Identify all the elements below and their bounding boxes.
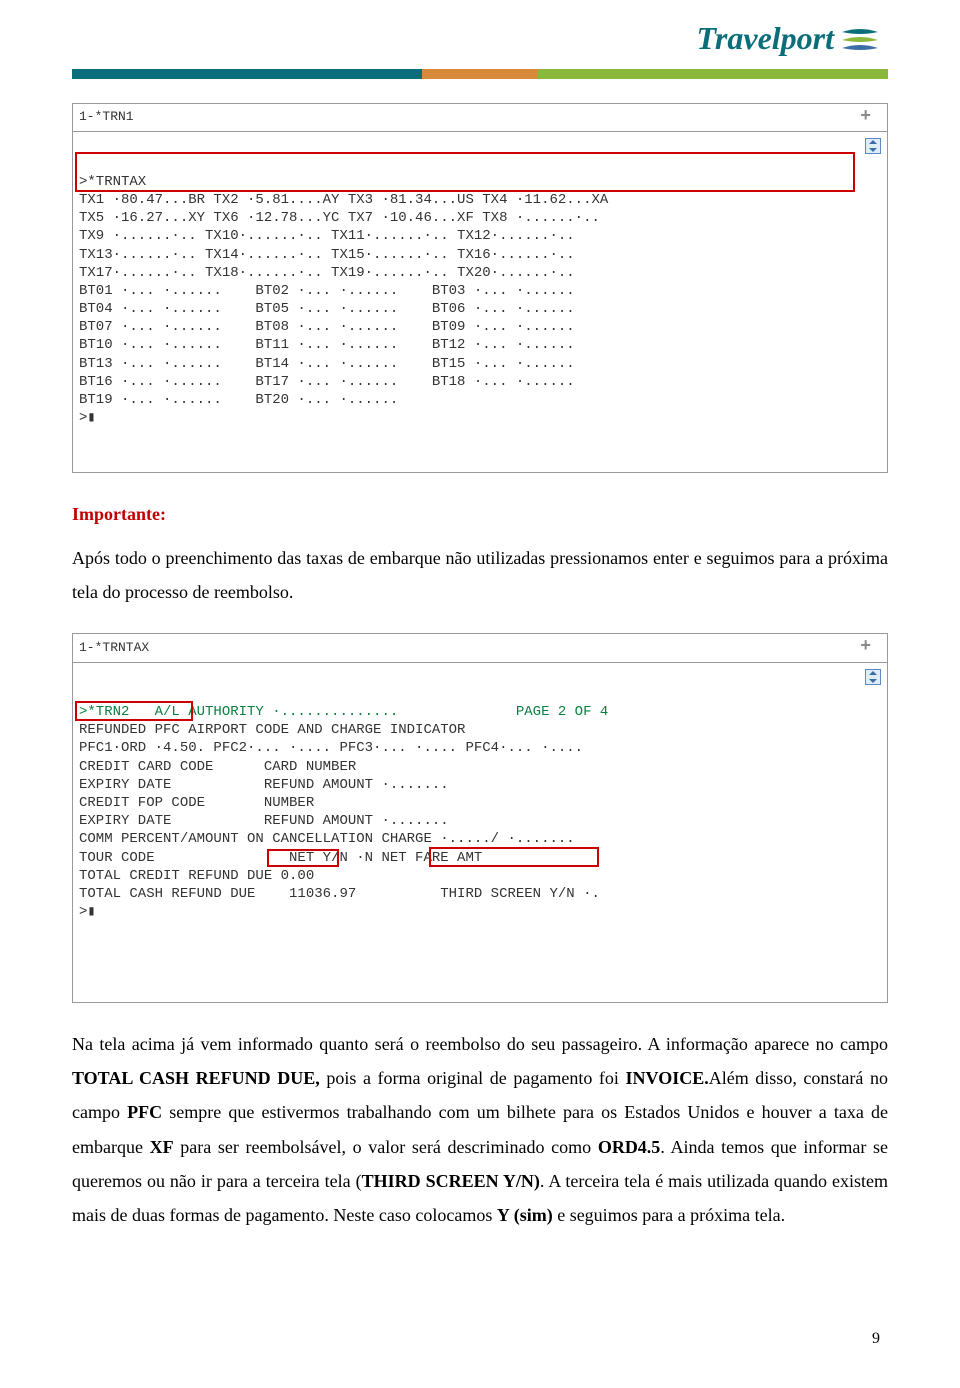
t1-line: BT07 ·... ·...... BT08 ·... ·...... BT09… [79, 319, 575, 335]
page-header: Travelport [0, 0, 960, 57]
t2-line: >▮ [79, 904, 96, 920]
t1-line: BT01 ·... ·...... BT02 ·... ·...... BT03… [79, 283, 575, 299]
t1-line: TX1 ·80.47...BR TX2 ·5.81....AY TX3 ·81.… [79, 192, 608, 208]
terminal2-title: 1-*TRNTAX [79, 640, 149, 657]
t1-line: TX13·......·.. TX14·......·.. TX15·.....… [79, 247, 575, 263]
t2-line: TOTAL CREDIT REFUND DUE 0.00 [79, 868, 314, 884]
t1-line: BT19 ·... ·...... BT20 ·... ·...... [79, 392, 398, 408]
t2-line: TOUR CODE NET Y/N ·N NET FARE AMT [79, 850, 482, 866]
t2-line: COMM PERCENT/AMOUNT ON CANCELLATION CHAR… [79, 831, 575, 847]
t2-line: CREDIT FOP CODE NUMBER [79, 795, 314, 811]
t1-line: >*TRNTAX [79, 174, 146, 190]
t2-line: CREDIT CARD CODE CARD NUMBER [79, 759, 356, 775]
t1-line: >▮ [79, 410, 96, 426]
travelport-logo: Travelport [697, 20, 880, 57]
t1-line: BT16 ·... ·...... BT17 ·... ·...... BT18… [79, 374, 575, 390]
paragraph-2: Na tela acima já vem informado quanto se… [72, 1027, 888, 1232]
terminal-screenshot-1: 1-*TRN1 + >*TRNTAX TX1 ·80.47...BR TX2 ·… [72, 103, 888, 473]
terminal-screenshot-2: 1-*TRNTAX + >*TRN2 A/L AUTHORITY ·......… [72, 633, 888, 1003]
t1-line: BT13 ·... ·...... BT14 ·... ·...... BT15… [79, 356, 575, 372]
terminal1-header: 1-*TRN1 + [73, 104, 887, 132]
scroll-icon [865, 669, 881, 685]
scroll-icon [865, 138, 881, 154]
terminal1-title: 1-*TRN1 [79, 109, 134, 126]
plus-icon: + [860, 636, 881, 659]
content-block-1: Importante: Após todo o preenchimento da… [72, 497, 888, 610]
t2-line: EXPIRY DATE REFUND AMOUNT ·....... [79, 777, 449, 793]
t2-line: EXPIRY DATE REFUND AMOUNT ·....... [79, 813, 449, 829]
t2-line: >*TRN2 A/L AUTHORITY ·.............. PAG… [79, 704, 608, 720]
t1-line: BT04 ·... ·...... BT05 ·... ·...... BT06… [79, 301, 575, 317]
important-label: Importante: [72, 497, 888, 531]
t1-line: TX17·......·.. TX18·......·.. TX19·.....… [79, 265, 575, 281]
brand-color-bar [72, 69, 888, 79]
plus-icon: + [860, 106, 881, 129]
content-block-2: Na tela acima já vem informado quanto se… [72, 1027, 888, 1232]
logo-text: Travelport [697, 20, 834, 57]
t1-line: BT10 ·... ·...... BT11 ·... ·...... BT12… [79, 337, 575, 353]
paragraph-1: Após todo o preenchimento das taxas de e… [72, 541, 888, 609]
t1-line: TX9 ·......·.. TX10·......·.. TX11·.....… [79, 228, 575, 244]
terminal2-header: 1-*TRNTAX + [73, 634, 887, 662]
t2-line: PFC1·ORD ·4.50. PFC2·... ·.... PFC3·... … [79, 740, 583, 756]
page-number: 9 [872, 1330, 880, 1348]
t1-line: TX5 ·16.27...XY TX6 ·12.78...YC TX7 ·10.… [79, 210, 600, 226]
highlight-box-1 [75, 152, 855, 192]
logo-streak-icon [840, 24, 880, 54]
terminal1-body: >*TRNTAX TX1 ·80.47...BR TX2 ·5.81....AY… [73, 132, 887, 471]
t2-line: REFUNDED PFC AIRPORT CODE AND CHARGE IND… [79, 722, 465, 738]
t2-line: TOTAL CASH REFUND DUE 11036.97 THIRD SCR… [79, 886, 600, 902]
terminal2-body: >*TRN2 A/L AUTHORITY ·.............. PAG… [73, 663, 887, 1002]
